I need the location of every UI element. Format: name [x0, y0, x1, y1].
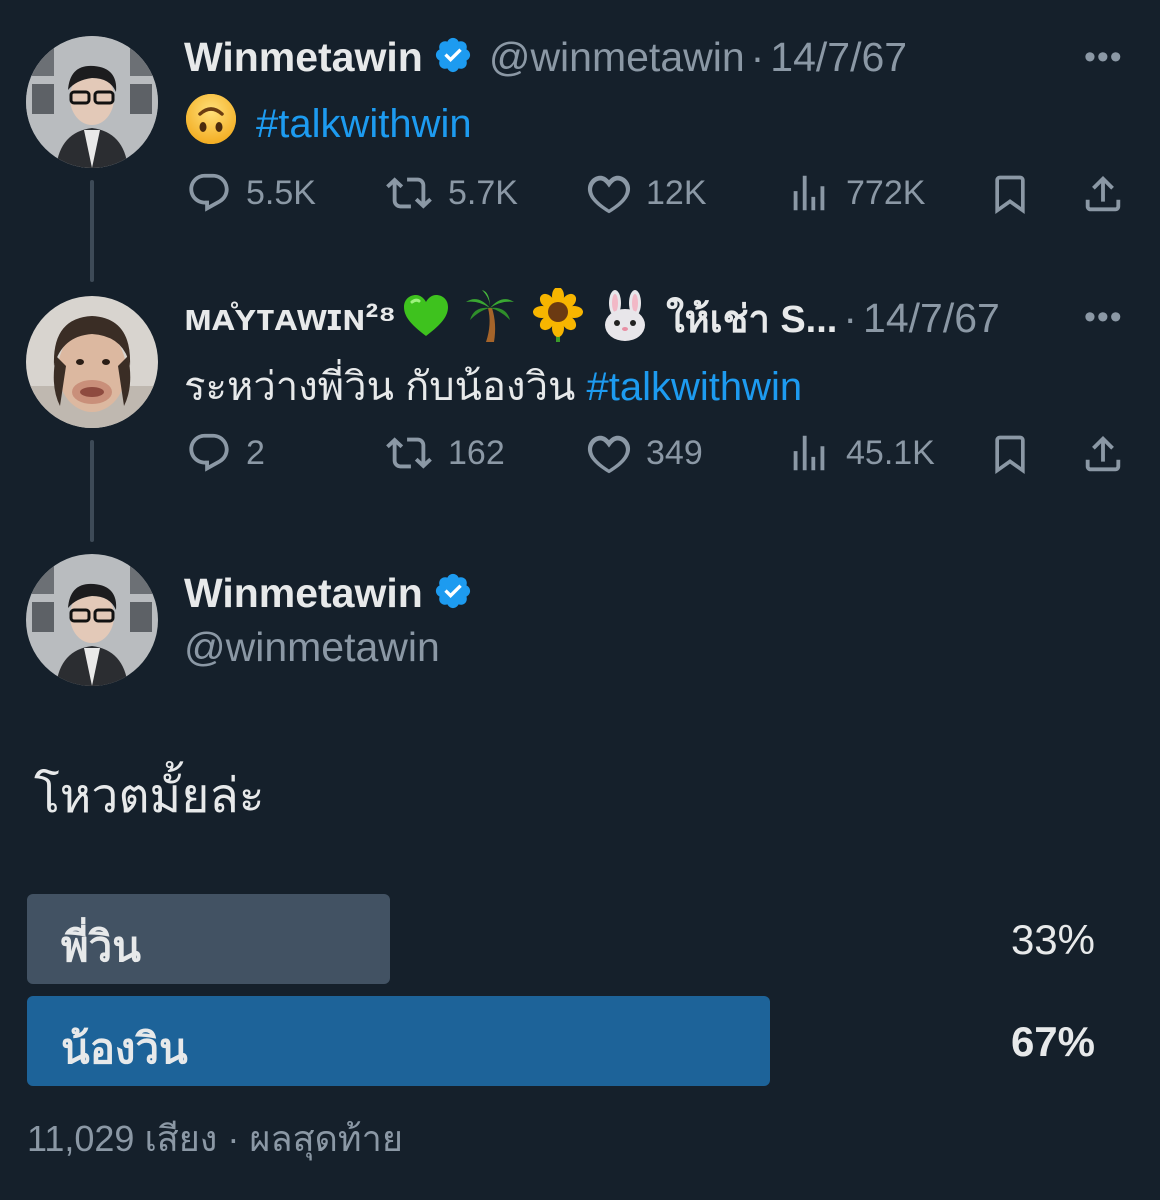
tweet-body: ระหว่างพี่วิน กับน้องวิน [184, 365, 587, 409]
tweet-date[interactable]: 14/7/67 [863, 295, 1000, 342]
author-name[interactable]: Winmetawin [184, 570, 423, 617]
views-chart-icon [793, 175, 825, 211]
views-chart-icon [793, 435, 825, 471]
rabbit-face-emoji-icon [598, 289, 652, 348]
reply-count: 5.5K [246, 173, 316, 212]
poll-option-1: พี่วิน 33% [27, 894, 1107, 986]
poll-option-percent: 33% [1010, 916, 1095, 963]
retweet-button[interactable]: 162 [384, 430, 505, 476]
avatar-winmetawin[interactable] [26, 36, 158, 168]
heart-icon [587, 435, 631, 474]
author-handle[interactable]: @winmetawin [489, 34, 745, 81]
share-icon[interactable] [1080, 430, 1126, 483]
separator-dot: · [750, 34, 765, 80]
avatar-winmetawin[interactable] [26, 554, 158, 686]
poll-option-2: น้องวิน 67% [27, 996, 1107, 1088]
like-count: 12K [646, 173, 707, 212]
retweet-icon [386, 437, 432, 469]
share-icon[interactable] [1080, 170, 1126, 223]
like-button[interactable]: 349 [586, 430, 703, 476]
bookmark-icon[interactable] [988, 170, 1032, 223]
hashtag-link[interactable]: #talkwithwin [256, 102, 472, 147]
retweet-count: 5.7K [448, 173, 518, 212]
verified-badge-icon [433, 571, 473, 616]
poll-footer: 11,029 เสียง · ผลสุดท้าย [27, 1110, 403, 1167]
poll-option-label: พี่วิน [61, 923, 141, 970]
reply-button[interactable]: 2 [186, 430, 265, 476]
more-options-icon[interactable]: ••• [1084, 38, 1123, 77]
sunflower-emoji-icon [532, 287, 584, 349]
bookmark-icon[interactable] [988, 430, 1032, 483]
tweet-date[interactable]: 14/7/67 [770, 34, 907, 81]
more-options-icon[interactable]: ••• [1084, 298, 1123, 337]
upside-down-face-emoji-icon [184, 92, 238, 156]
hashtag-link[interactable]: #talkwithwin [587, 365, 803, 409]
poll-status: ผลสุดท้าย [249, 1118, 403, 1159]
retweet-button[interactable]: 5.7K [384, 170, 518, 216]
avatar-maytawin[interactable] [26, 296, 158, 428]
tweet2-text: ระหว่างพี่วิน กับน้องวิน #talkwithwin [184, 354, 802, 418]
reply-count: 2 [246, 433, 265, 472]
thread-connector [90, 180, 94, 282]
green-heart-emoji-icon [400, 290, 452, 347]
main-tweet-header: Winmetawin [184, 570, 473, 617]
author-name-suffix[interactable]: ให้เช่า S... [666, 288, 837, 349]
poll-option-label: น้องวิน [61, 1025, 188, 1072]
reply-icon [189, 433, 229, 472]
tweet2-header: ᴍᴀ̊ʏᴛᴀᴡɪɴ²⁸ ให้เช่า S... · 14/7/67 [184, 287, 1000, 349]
avatar-image [26, 554, 158, 686]
retweet-count: 162 [448, 433, 505, 472]
avatar-image [26, 296, 158, 428]
avatar-image [26, 36, 158, 168]
thread-connector [90, 440, 94, 542]
poll-vote-count: 11,029 เสียง [27, 1118, 218, 1159]
tweet1-header: Winmetawin @winmetawin · 14/7/67 [184, 34, 907, 81]
author-name[interactable]: Winmetawin [184, 34, 423, 81]
views-count: 45.1K [846, 433, 935, 472]
views-button[interactable]: 45.1K [786, 430, 935, 476]
main-tweet-text: โหวตมั้ยล่ะ [34, 770, 265, 823]
like-count: 349 [646, 433, 703, 472]
author-handle[interactable]: @winmetawin [184, 624, 440, 671]
like-button[interactable]: 12K [586, 170, 707, 216]
palm-tree-emoji-icon [464, 288, 516, 349]
heart-icon [587, 175, 631, 214]
separator-dot: · [227, 1118, 240, 1159]
reply-icon [189, 173, 229, 212]
views-count: 772K [846, 173, 926, 212]
views-button[interactable]: 772K [786, 170, 925, 216]
reply-button[interactable]: 5.5K [186, 170, 316, 216]
poll-option-percent: 67% [1010, 1018, 1095, 1065]
verified-badge-icon [433, 35, 473, 80]
separator-dot: · [843, 295, 858, 341]
tweet1-text: #talkwithwin [184, 92, 472, 156]
retweet-icon [386, 177, 432, 209]
author-name[interactable]: ᴍᴀ̊ʏᴛᴀᴡɪɴ²⁸ [184, 297, 396, 340]
